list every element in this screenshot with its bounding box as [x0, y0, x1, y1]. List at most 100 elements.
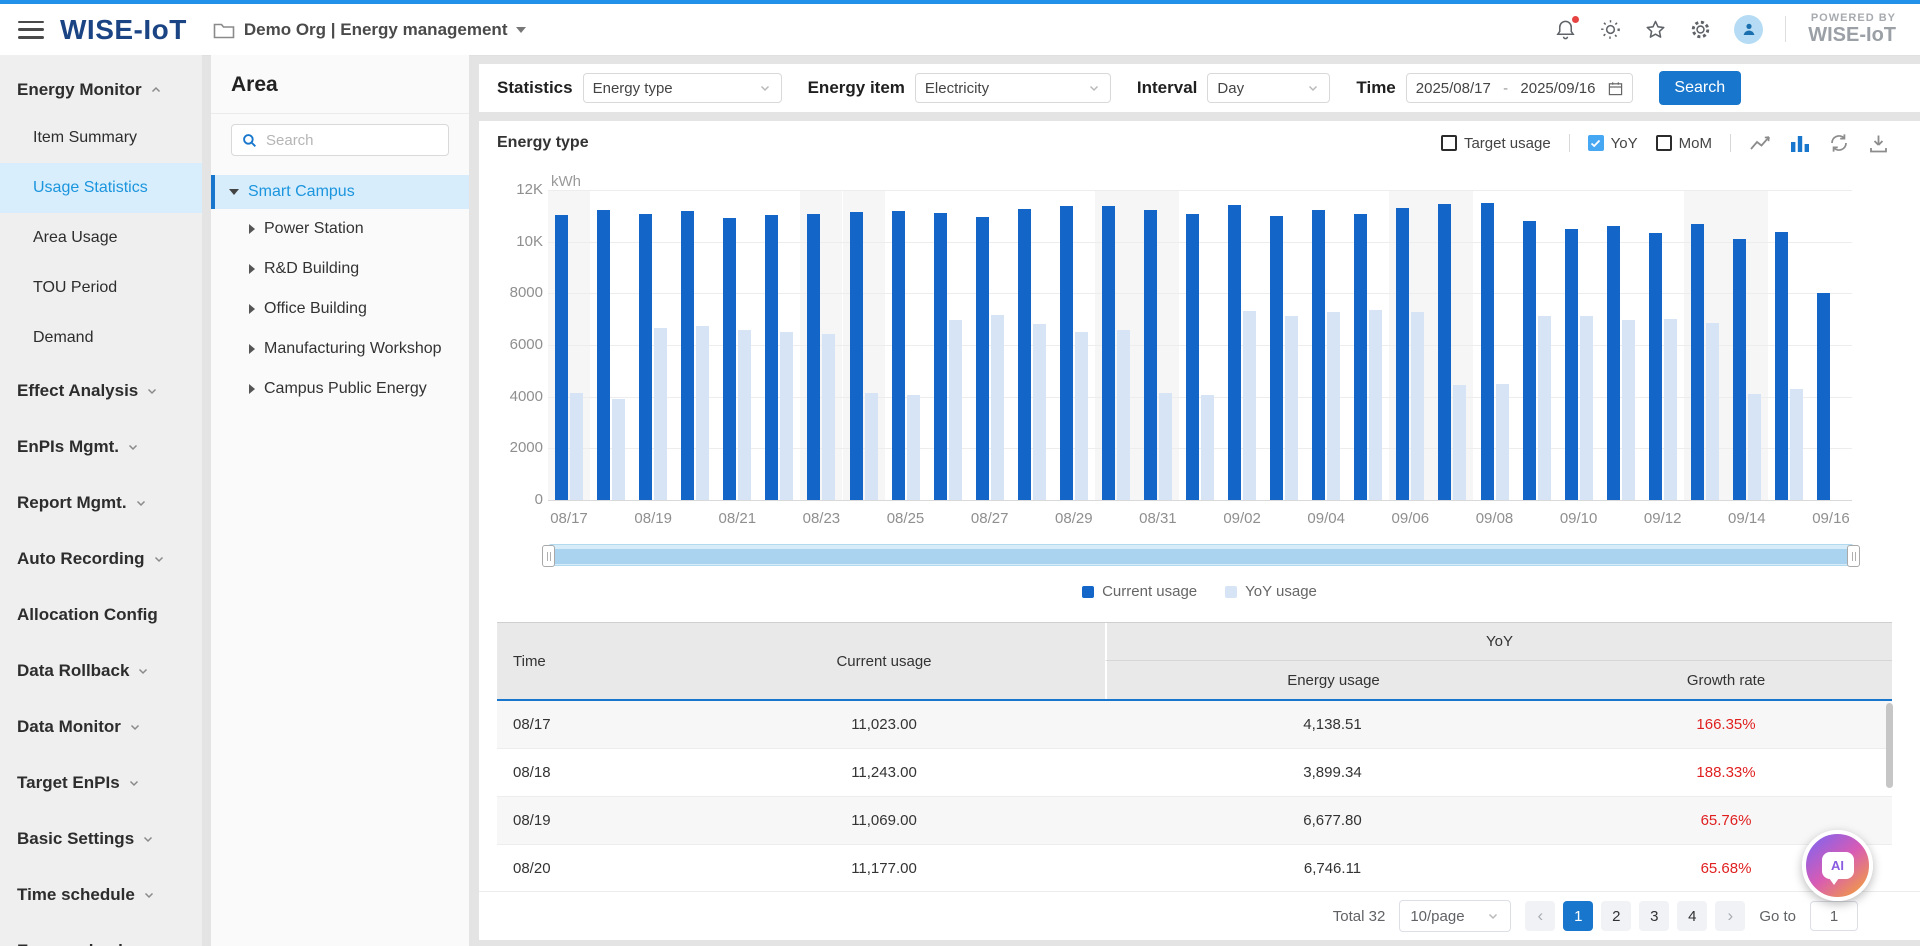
page-button-2[interactable]: 2: [1601, 901, 1631, 931]
bar-yoy-usage: [612, 399, 625, 500]
energy-item-select[interactable]: Electricity: [915, 73, 1111, 103]
checkbox-unchecked-icon[interactable]: [1441, 135, 1457, 151]
sidebar-item-label: EnPIs Mgmt.: [17, 437, 119, 457]
sidebar-item-effect-analysis[interactable]: Effect Analysis: [0, 363, 202, 419]
tree-node-smart-campus[interactable]: Smart Campus: [211, 175, 469, 209]
sidebar-item-report-mgmt[interactable]: Report Mgmt.: [0, 475, 202, 531]
sidebar-item-auto-recording[interactable]: Auto Recording: [0, 531, 202, 587]
cell-yoy-energy-usage: 3,899.34: [1105, 764, 1560, 781]
bar-yoy-usage: [1453, 385, 1466, 501]
download-icon[interactable]: [1868, 133, 1889, 154]
legend-swatch: [1225, 586, 1237, 598]
caret-collapsed-icon[interactable]: [249, 304, 255, 314]
sidebar-item-time-schedule[interactable]: Time schedule: [0, 867, 202, 923]
sidebar-item-label: Allocation Config: [17, 605, 158, 625]
sidebar-item-energy-monitor[interactable]: Energy Monitor: [0, 67, 202, 113]
sidebar-item-allocation-config[interactable]: Allocation Config: [0, 587, 202, 643]
org-breadcrumb[interactable]: Demo Org | Energy management: [213, 20, 527, 40]
theme-brightness-icon[interactable]: [1599, 18, 1622, 41]
notification-bell-icon[interactable]: [1554, 18, 1577, 41]
sidebar-subitem-label: Area Usage: [33, 229, 118, 247]
sidebar-item-area-usage[interactable]: Area Usage: [0, 213, 202, 263]
x-axis-tick-label: 08/17: [537, 510, 601, 527]
target-usage-toggle[interactable]: Target usage: [1441, 135, 1551, 152]
bar-yoy-usage: [991, 315, 1004, 500]
next-page-button[interactable]: ›: [1715, 901, 1745, 931]
page-size-select[interactable]: 10/page: [1399, 900, 1511, 932]
bar-yoy-usage: [696, 326, 709, 500]
bar-current-usage: [1649, 233, 1662, 500]
bar-current-usage: [807, 214, 820, 500]
yoy-toggle[interactable]: YoY: [1588, 135, 1638, 152]
page-button-3[interactable]: 3: [1639, 901, 1669, 931]
sidebar-item-demand[interactable]: Demand: [0, 313, 202, 363]
tree-node-campus-public-energy[interactable]: Campus Public Energy: [211, 369, 469, 409]
bar-yoy-usage: [1243, 311, 1256, 500]
sidebar-item-data-rollback[interactable]: Data Rollback: [0, 643, 202, 699]
tree-node-power-station[interactable]: Power Station: [211, 209, 469, 249]
settings-gear-icon[interactable]: [1689, 18, 1712, 41]
favorite-star-icon[interactable]: [1644, 18, 1667, 41]
sidebar-item-item-summary[interactable]: Item Summary: [0, 113, 202, 163]
chevron-up-icon: [150, 84, 162, 96]
page-button-4[interactable]: 4: [1677, 901, 1707, 931]
line-chart-icon[interactable]: [1749, 133, 1772, 153]
bar-current-usage: [1312, 210, 1325, 500]
tree-node-manufacturing-workshop[interactable]: Manufacturing Workshop: [211, 329, 469, 369]
chevron-down-icon: [142, 833, 154, 845]
total-count: Total 32: [1333, 908, 1386, 925]
bar-yoy-usage: [949, 320, 962, 500]
interval-select[interactable]: Day: [1207, 73, 1330, 103]
area-search-input[interactable]: Search: [231, 124, 449, 156]
data-zoom-right-handle[interactable]: [1847, 545, 1860, 567]
bar-yoy-usage: [1327, 312, 1340, 500]
sidebar-item-usage-statistics[interactable]: Usage Statistics: [0, 163, 202, 213]
sidebar-item-basic-settings[interactable]: Basic Settings: [0, 811, 202, 867]
mom-toggle[interactable]: MoM: [1656, 135, 1712, 152]
sidebar-subitem-label: Item Summary: [33, 129, 137, 147]
sidebar-item-energy-check[interactable]: Energy check: [0, 923, 202, 946]
sidebar-item-target-enpis[interactable]: Target EnPIs: [0, 755, 202, 811]
goto-page-input[interactable]: [1810, 901, 1858, 931]
statistics-select[interactable]: Energy type: [583, 73, 782, 103]
ai-assistant-button[interactable]: AI: [1802, 830, 1873, 901]
page-button-1[interactable]: 1: [1563, 901, 1593, 931]
caret-collapsed-icon[interactable]: [249, 344, 255, 354]
tree-node-r-d-building[interactable]: R&D Building: [211, 249, 469, 289]
y-axis-tick-label: 10K: [495, 233, 543, 250]
sidebar-item-tou-period[interactable]: TOU Period: [0, 263, 202, 313]
tree-node-office-building[interactable]: Office Building: [211, 289, 469, 329]
bar-current-usage: [892, 211, 905, 500]
bar-current-usage: [723, 218, 736, 500]
search-button[interactable]: Search: [1659, 71, 1741, 105]
calendar-icon: [1608, 81, 1623, 96]
chevron-down-icon: [1306, 81, 1320, 95]
x-axis-tick-label: 09/02: [1210, 510, 1274, 527]
column-header-time: Time: [497, 623, 663, 699]
bar-chart-icon[interactable]: [1790, 133, 1810, 153]
legend-item-current-usage[interactable]: Current usage: [1082, 583, 1197, 600]
refresh-icon[interactable]: [1828, 132, 1850, 154]
x-axis-tick-label: 08/21: [705, 510, 769, 527]
area-panel: Area Search Smart CampusPower StationR&D…: [211, 55, 469, 946]
goto-label: Go to: [1759, 908, 1796, 925]
legend-item-yoy-usage[interactable]: YoY usage: [1225, 583, 1317, 600]
checkbox-unchecked-icon[interactable]: [1656, 135, 1672, 151]
sidebar-item-data-monitor[interactable]: Data Monitor: [0, 699, 202, 755]
hamburger-menu-icon[interactable]: [18, 21, 44, 39]
data-zoom-slider[interactable]: [548, 544, 1854, 566]
data-zoom-left-handle[interactable]: [542, 545, 555, 567]
caret-collapsed-icon[interactable]: [249, 264, 255, 274]
sidebar-item-label: Energy check: [17, 941, 128, 946]
user-avatar[interactable]: [1734, 15, 1763, 44]
table-scrollbar-thumb[interactable]: [1886, 703, 1893, 788]
caret-collapsed-icon[interactable]: [249, 224, 255, 234]
caret-expanded-icon[interactable]: [229, 189, 239, 195]
checkbox-checked-icon[interactable]: [1588, 135, 1604, 151]
time-range-picker[interactable]: 2025/08/17 - 2025/09/16: [1406, 73, 1633, 103]
bar-yoy-usage: [738, 330, 751, 500]
caret-collapsed-icon[interactable]: [249, 384, 255, 394]
prev-page-button[interactable]: ‹: [1525, 901, 1555, 931]
ai-chat-bubble-icon: AI: [1822, 852, 1854, 879]
sidebar-item-enpis-mgmt[interactable]: EnPIs Mgmt.: [0, 419, 202, 475]
